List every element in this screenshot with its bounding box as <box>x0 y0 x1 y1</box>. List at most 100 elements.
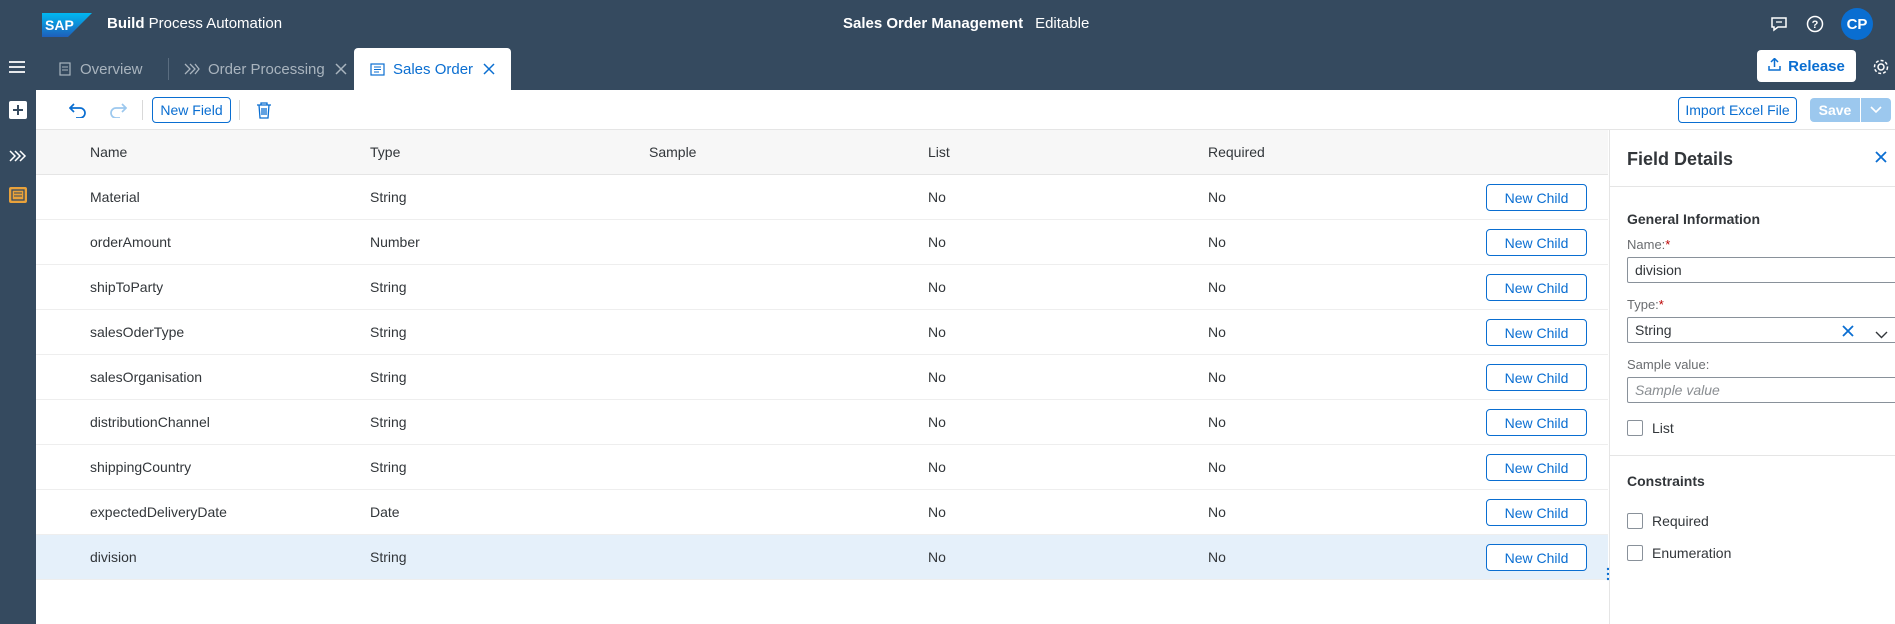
list-checkbox[interactable] <box>1627 420 1643 436</box>
cell-name: division <box>90 549 137 565</box>
data-type-icon[interactable] <box>6 183 30 207</box>
shell-bar: SAP Build Process Automation Sales Order… <box>0 0 1895 48</box>
cell-type: String <box>370 189 407 205</box>
table-row[interactable]: shippingCountry String No No New Child <box>36 445 1608 490</box>
table-row[interactable]: distributionChannel String No No New Child <box>36 400 1608 445</box>
redo-icon[interactable] <box>108 100 128 120</box>
new-child-button[interactable]: New Child <box>1486 319 1587 346</box>
tab-label: Overview <box>80 60 143 78</box>
add-artifact-icon[interactable] <box>6 98 30 122</box>
project-name: Sales Order Management <box>843 15 1024 32</box>
required-checkbox[interactable] <box>1627 513 1643 529</box>
field-details-panel: Field Details General Information Name:*… <box>1609 130 1895 624</box>
tab-overview[interactable]: Overview <box>58 48 158 90</box>
panel-title: Field Details <box>1627 149 1734 169</box>
help-icon[interactable]: ? <box>1805 14 1825 34</box>
cell-required: No <box>1208 324 1226 340</box>
table-row[interactable]: Material String No No New Child <box>36 175 1608 220</box>
side-navigation <box>0 90 36 624</box>
cell-required: No <box>1208 504 1226 520</box>
tab-label: Order Processing <box>208 60 325 78</box>
cell-name: shipToParty <box>90 279 164 295</box>
process-icon <box>184 62 200 76</box>
undo-icon[interactable] <box>68 100 88 120</box>
clear-icon[interactable] <box>1842 324 1854 340</box>
cell-name: expectedDeliveryDate <box>90 504 227 520</box>
hamburger-menu-icon[interactable] <box>8 58 28 78</box>
general-info-title: General Information <box>1627 211 1761 227</box>
cell-required: No <box>1208 189 1226 205</box>
cell-type: String <box>370 369 407 385</box>
required-marker: * <box>1665 237 1671 252</box>
process-icon[interactable] <box>6 144 30 168</box>
release-label: Release <box>1788 57 1845 75</box>
new-child-button[interactable]: New Child <box>1486 229 1587 256</box>
product-name-rest: Process Automation <box>148 15 283 32</box>
release-button[interactable]: Release <box>1757 50 1856 82</box>
cell-list: No <box>928 414 946 430</box>
data-type-icon <box>370 62 385 76</box>
save-menu-button[interactable] <box>1861 98 1891 122</box>
cell-list: No <box>928 234 946 250</box>
cell-required: No <box>1208 459 1226 475</box>
column-header-name: Name <box>90 144 128 160</box>
chevron-down-icon <box>1870 106 1882 114</box>
new-child-button[interactable]: New Child <box>1486 544 1587 571</box>
cell-required: No <box>1208 279 1226 295</box>
svg-text:?: ? <box>1812 19 1819 31</box>
delete-icon[interactable] <box>254 100 274 120</box>
new-child-button[interactable]: New Child <box>1486 454 1587 481</box>
required-checkbox-label: Required <box>1652 513 1709 529</box>
cell-type: Date <box>370 504 400 520</box>
cell-name: distributionChannel <box>90 414 210 430</box>
new-child-button[interactable]: New Child <box>1486 499 1587 526</box>
table-row[interactable]: shipToParty String No No New Child <box>36 265 1608 310</box>
cell-type: String <box>370 549 407 565</box>
table-row[interactable]: salesOrganisation String No No New Child <box>36 355 1608 400</box>
app-title: Build Process Automation <box>107 15 282 32</box>
name-label-text: Name: <box>1627 237 1666 252</box>
new-child-button[interactable]: New Child <box>1486 364 1587 391</box>
table-row[interactable]: salesOderType String No No New Child <box>36 310 1608 355</box>
tab-label: Sales Order <box>393 60 474 78</box>
type-select[interactable]: String <box>1627 317 1895 343</box>
new-child-button[interactable]: New Child <box>1486 274 1587 301</box>
gear-icon[interactable] <box>1872 58 1890 79</box>
tab-sales-order[interactable]: Sales Order <box>354 48 511 90</box>
table-row[interactable]: division String No No New Child <box>36 535 1608 580</box>
sap-logo[interactable]: SAP <box>42 13 92 37</box>
close-icon[interactable] <box>1874 150 1890 166</box>
type-select-value: String <box>1635 322 1672 338</box>
sample-value-input[interactable]: Sample value <box>1627 377 1895 403</box>
cell-type: String <box>370 324 407 340</box>
product-name-bold: Build <box>107 15 145 32</box>
close-icon[interactable] <box>483 63 495 75</box>
tab-order-processing[interactable]: Order Processing <box>184 48 347 90</box>
user-avatar[interactable]: CP <box>1841 8 1873 40</box>
enumeration-checkbox[interactable] <box>1627 545 1643 561</box>
table-body: Material String No No New Child orderAmount Nu… <box>36 175 1608 580</box>
cell-type: String <box>370 414 407 430</box>
close-icon[interactable] <box>335 63 347 75</box>
svg-text:SAP: SAP <box>45 17 74 33</box>
type-label: Type:* <box>1627 297 1664 312</box>
divider <box>1610 186 1895 187</box>
new-child-button[interactable]: New Child <box>1486 184 1587 211</box>
column-header-required: Required <box>1208 144 1265 160</box>
cell-type: Number <box>370 234 420 250</box>
column-header-sample: Sample <box>649 144 697 160</box>
new-child-button[interactable]: New Child <box>1486 409 1587 436</box>
chevron-down-icon[interactable] <box>1875 326 1888 342</box>
save-button[interactable]: Save <box>1810 98 1860 122</box>
table-row[interactable]: orderAmount Number No No New Child <box>36 220 1608 265</box>
tab-bar: Overview Order Processing Sales Order <box>0 48 1895 90</box>
table-row[interactable]: expectedDeliveryDate Date No No New Child <box>36 490 1608 535</box>
import-excel-button[interactable]: Import Excel File <box>1678 97 1797 123</box>
new-field-button[interactable]: New Field <box>152 97 231 123</box>
feedback-icon[interactable] <box>1769 14 1789 34</box>
project-title: Sales Order Management Editable <box>843 15 1089 32</box>
tab-separator <box>168 58 169 80</box>
name-input[interactable]: division <box>1627 257 1895 283</box>
cell-list: No <box>928 504 946 520</box>
toolbar-separator <box>142 100 143 120</box>
